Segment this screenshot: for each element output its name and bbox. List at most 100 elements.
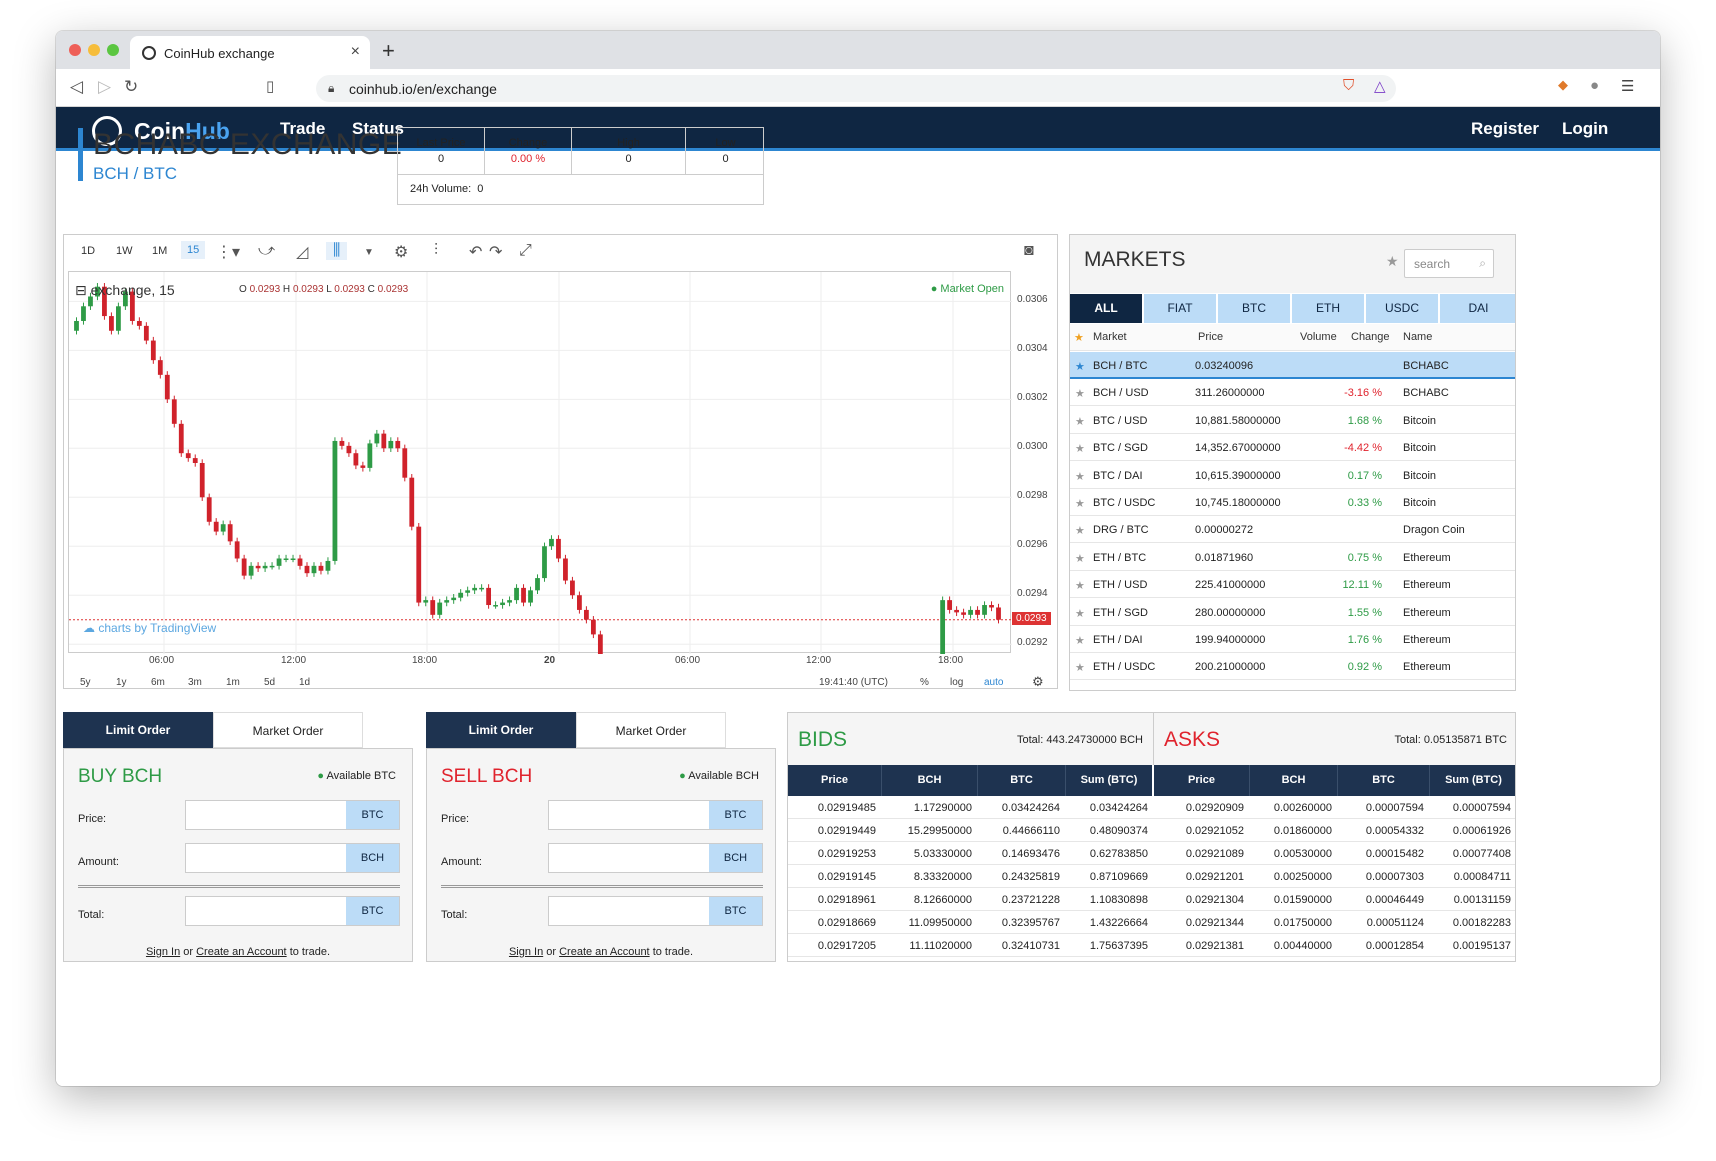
buy-limit-order-tab[interactable]: Limit Order xyxy=(63,712,213,748)
favorite-star-icon[interactable]: ★ xyxy=(1075,661,1085,674)
market-row[interactable]: ★ BTC / USD 10,881.58000000 1.68 % Bitcoin xyxy=(1070,407,1515,434)
favorite-star-icon[interactable]: ★ xyxy=(1075,360,1085,373)
sell-total-input[interactable]: BTC xyxy=(548,896,763,926)
fullscreen-icon[interactable]: ⤢ xyxy=(519,242,532,260)
brave-rewards-icon[interactable]: △ xyxy=(1374,77,1386,95)
menu-icon[interactable]: ☰ xyxy=(1621,77,1634,95)
line-chart-icon[interactable]: ⤻ xyxy=(258,242,275,260)
col-name[interactable]: Name xyxy=(1403,331,1432,343)
range-1m[interactable]: 1m xyxy=(226,677,240,688)
bookmark-icon[interactable]: ▯ xyxy=(266,77,274,95)
market-row[interactable]: ★ ETH / USDC 200.21000000 0.92 % Ethereum xyxy=(1070,653,1515,681)
profile-icon[interactable]: ● xyxy=(1590,77,1599,94)
favorite-star-icon[interactable]: ★ xyxy=(1075,634,1085,647)
chart-plot-area[interactable]: ⊟ exchange, 15 O 0.0293 H 0.0293 L 0.029… xyxy=(68,271,1012,654)
market-row[interactable]: ★ BTC / USDC 10,745.18000000 0.33 % Bitcoin xyxy=(1070,489,1515,516)
auto-toggle[interactable]: auto xyxy=(984,677,1003,688)
tab-eth[interactable]: ETH xyxy=(1292,294,1366,323)
undo-icon[interactable]: ↶ xyxy=(469,242,482,262)
market-row[interactable]: ★ FLASH / BTC 0.00000080 Flash Coin xyxy=(1070,681,1515,691)
favorite-star-icon[interactable]: ★ xyxy=(1075,524,1085,537)
tab-dai[interactable]: DAI xyxy=(1440,294,1515,323)
buy-market-order-tab[interactable]: Market Order xyxy=(213,712,363,748)
back-icon[interactable]: ◁ xyxy=(70,77,83,97)
chart-settings-icon[interactable]: ⚙ xyxy=(1032,674,1044,690)
favorite-star-icon[interactable]: ★ xyxy=(1075,689,1085,691)
sell-market-order-tab[interactable]: Market Order xyxy=(576,712,726,748)
range-6m[interactable]: 6m xyxy=(151,677,165,688)
create-account-link[interactable]: Create an Account xyxy=(196,946,287,958)
interval-1d[interactable]: 1D xyxy=(81,245,95,257)
interval-1m[interactable]: 1M xyxy=(152,245,167,257)
order-book-row[interactable]: 0.02919449 15.29950000 0.44666110 0.4809037… xyxy=(788,819,1515,842)
create-account-link[interactable]: Create an Account xyxy=(559,946,650,958)
log-toggle[interactable]: log xyxy=(950,677,963,688)
sign-in-link[interactable]: Sign In xyxy=(146,946,180,958)
tab-all[interactable]: ALL xyxy=(1070,294,1144,323)
market-row[interactable]: ★ ETH / USD 225.41000000 12.11 % Ethereum xyxy=(1070,571,1515,599)
favorite-star-icon[interactable]: ★ xyxy=(1075,387,1085,400)
sell-amount-input[interactable]: BCH xyxy=(548,843,763,873)
order-book-row[interactable]: 0.02919485 1.17290000 0.03424264 0.03424264… xyxy=(788,796,1515,819)
col-price[interactable]: Price xyxy=(1198,331,1223,343)
browser-tab[interactable]: CoinHub exchange × xyxy=(130,36,370,69)
col-change[interactable]: Change xyxy=(1351,331,1390,343)
market-row[interactable]: ★ ETH / SGD 280.00000000 1.55 % Ethereum xyxy=(1070,599,1515,626)
order-book-row[interactable]: 0.02919145 8.33320000 0.24325819 0.87109669… xyxy=(788,865,1515,888)
market-row[interactable]: ★ ETH / BTC 0.01871960 0.75 % Ethereum xyxy=(1070,544,1515,571)
register-link[interactable]: Register xyxy=(1471,119,1539,139)
tab-usdc[interactable]: USDC xyxy=(1366,294,1440,323)
indicators-icon[interactable]: ⫶ xyxy=(434,242,438,260)
url-bar[interactable]: 🔒︎ coinhub.io/en/exchange xyxy=(316,75,1396,102)
redo-icon[interactable]: ↷ xyxy=(489,242,502,262)
market-row[interactable]: ★ BCH / USD 311.26000000 -3.16 % BCHABC xyxy=(1070,379,1515,407)
maximize-window-button[interactable] xyxy=(107,44,119,56)
favorite-star-icon[interactable]: ★ xyxy=(1075,442,1085,455)
favorite-star-icon[interactable]: ★ xyxy=(1075,607,1085,620)
percent-toggle[interactable]: % xyxy=(920,677,929,688)
more-intervals-icon[interactable]: ⋮▾ xyxy=(216,242,240,262)
extension-icon[interactable]: ◆ xyxy=(1558,77,1568,93)
favorite-star-icon[interactable]: ★ xyxy=(1075,497,1085,510)
col-market[interactable]: Market xyxy=(1093,331,1127,343)
market-row[interactable]: ★ DRG / BTC 0.00000272 Dragon Coin xyxy=(1070,516,1515,544)
buy-price-input[interactable]: BTC xyxy=(185,800,400,830)
camera-icon[interactable]: ◙ xyxy=(1024,242,1034,260)
tradingview-watermark[interactable]: ☁ charts by TradingView xyxy=(83,621,216,635)
tab-btc[interactable]: BTC xyxy=(1218,294,1292,323)
order-book-row[interactable]: 0.02917205 11.11020000 0.32410731 1.7563739… xyxy=(788,934,1515,957)
tab-fiat[interactable]: FIAT xyxy=(1144,294,1218,323)
candles-icon[interactable]: ⫼ xyxy=(326,242,348,260)
range-1d[interactable]: 1d xyxy=(299,677,310,688)
buy-amount-input[interactable]: BCH xyxy=(185,843,400,873)
market-row[interactable]: ★ ETH / DAI 199.94000000 1.76 % Ethereum xyxy=(1070,626,1515,653)
login-link[interactable]: Login xyxy=(1562,119,1608,139)
forward-icon[interactable]: ▷ xyxy=(98,77,111,97)
sell-limit-order-tab[interactable]: Limit Order xyxy=(426,712,576,748)
area-chart-icon[interactable]: ◿ xyxy=(296,242,308,262)
markets-search-input[interactable]: search ⌕ xyxy=(1404,249,1494,278)
favorite-star-icon[interactable]: ★ xyxy=(1075,579,1085,592)
favorite-star-icon[interactable]: ★ xyxy=(1075,470,1085,483)
chart-type-dropdown-icon[interactable]: ▼ xyxy=(364,247,374,258)
favorite-star-icon[interactable]: ★ xyxy=(1075,552,1085,565)
market-row[interactable]: ★ BCH / BTC 0.03240096 BCHABC xyxy=(1070,352,1515,379)
order-book-row[interactable]: 0.02918961 8.12660000 0.23721228 1.10830898… xyxy=(788,888,1515,911)
range-5d[interactable]: 5d xyxy=(264,677,275,688)
brave-shield-icon[interactable]: ⛉ xyxy=(1343,77,1354,94)
order-book-row[interactable]: 0.02918669 11.09950000 0.32395767 1.4322666… xyxy=(788,911,1515,934)
range-1y[interactable]: 1y xyxy=(116,677,127,688)
range-3m[interactable]: 3m xyxy=(188,677,202,688)
market-row[interactable]: ★ BTC / DAI 10,615.39000000 0.17 % Bitcoin xyxy=(1070,462,1515,489)
order-book-row[interactable]: 0.02919253 5.03330000 0.14693476 0.62783850… xyxy=(788,842,1515,865)
close-tab-icon[interactable]: × xyxy=(351,43,360,61)
interval-15[interactable]: 15 xyxy=(181,241,206,259)
market-row[interactable]: ★ BTC / SGD 14,352.67000000 -4.42 % Bitcoin xyxy=(1070,434,1515,462)
sell-price-input[interactable]: BTC xyxy=(548,800,763,830)
interval-1w[interactable]: 1W xyxy=(116,245,133,257)
reload-icon[interactable]: ↻ xyxy=(124,77,138,97)
settings-gear-icon[interactable]: ⚙ xyxy=(394,242,408,262)
url-text[interactable]: coinhub.io/en/exchange xyxy=(349,81,497,97)
favorite-star-icon[interactable]: ★ xyxy=(1075,415,1085,428)
range-5y[interactable]: 5y xyxy=(80,677,91,688)
